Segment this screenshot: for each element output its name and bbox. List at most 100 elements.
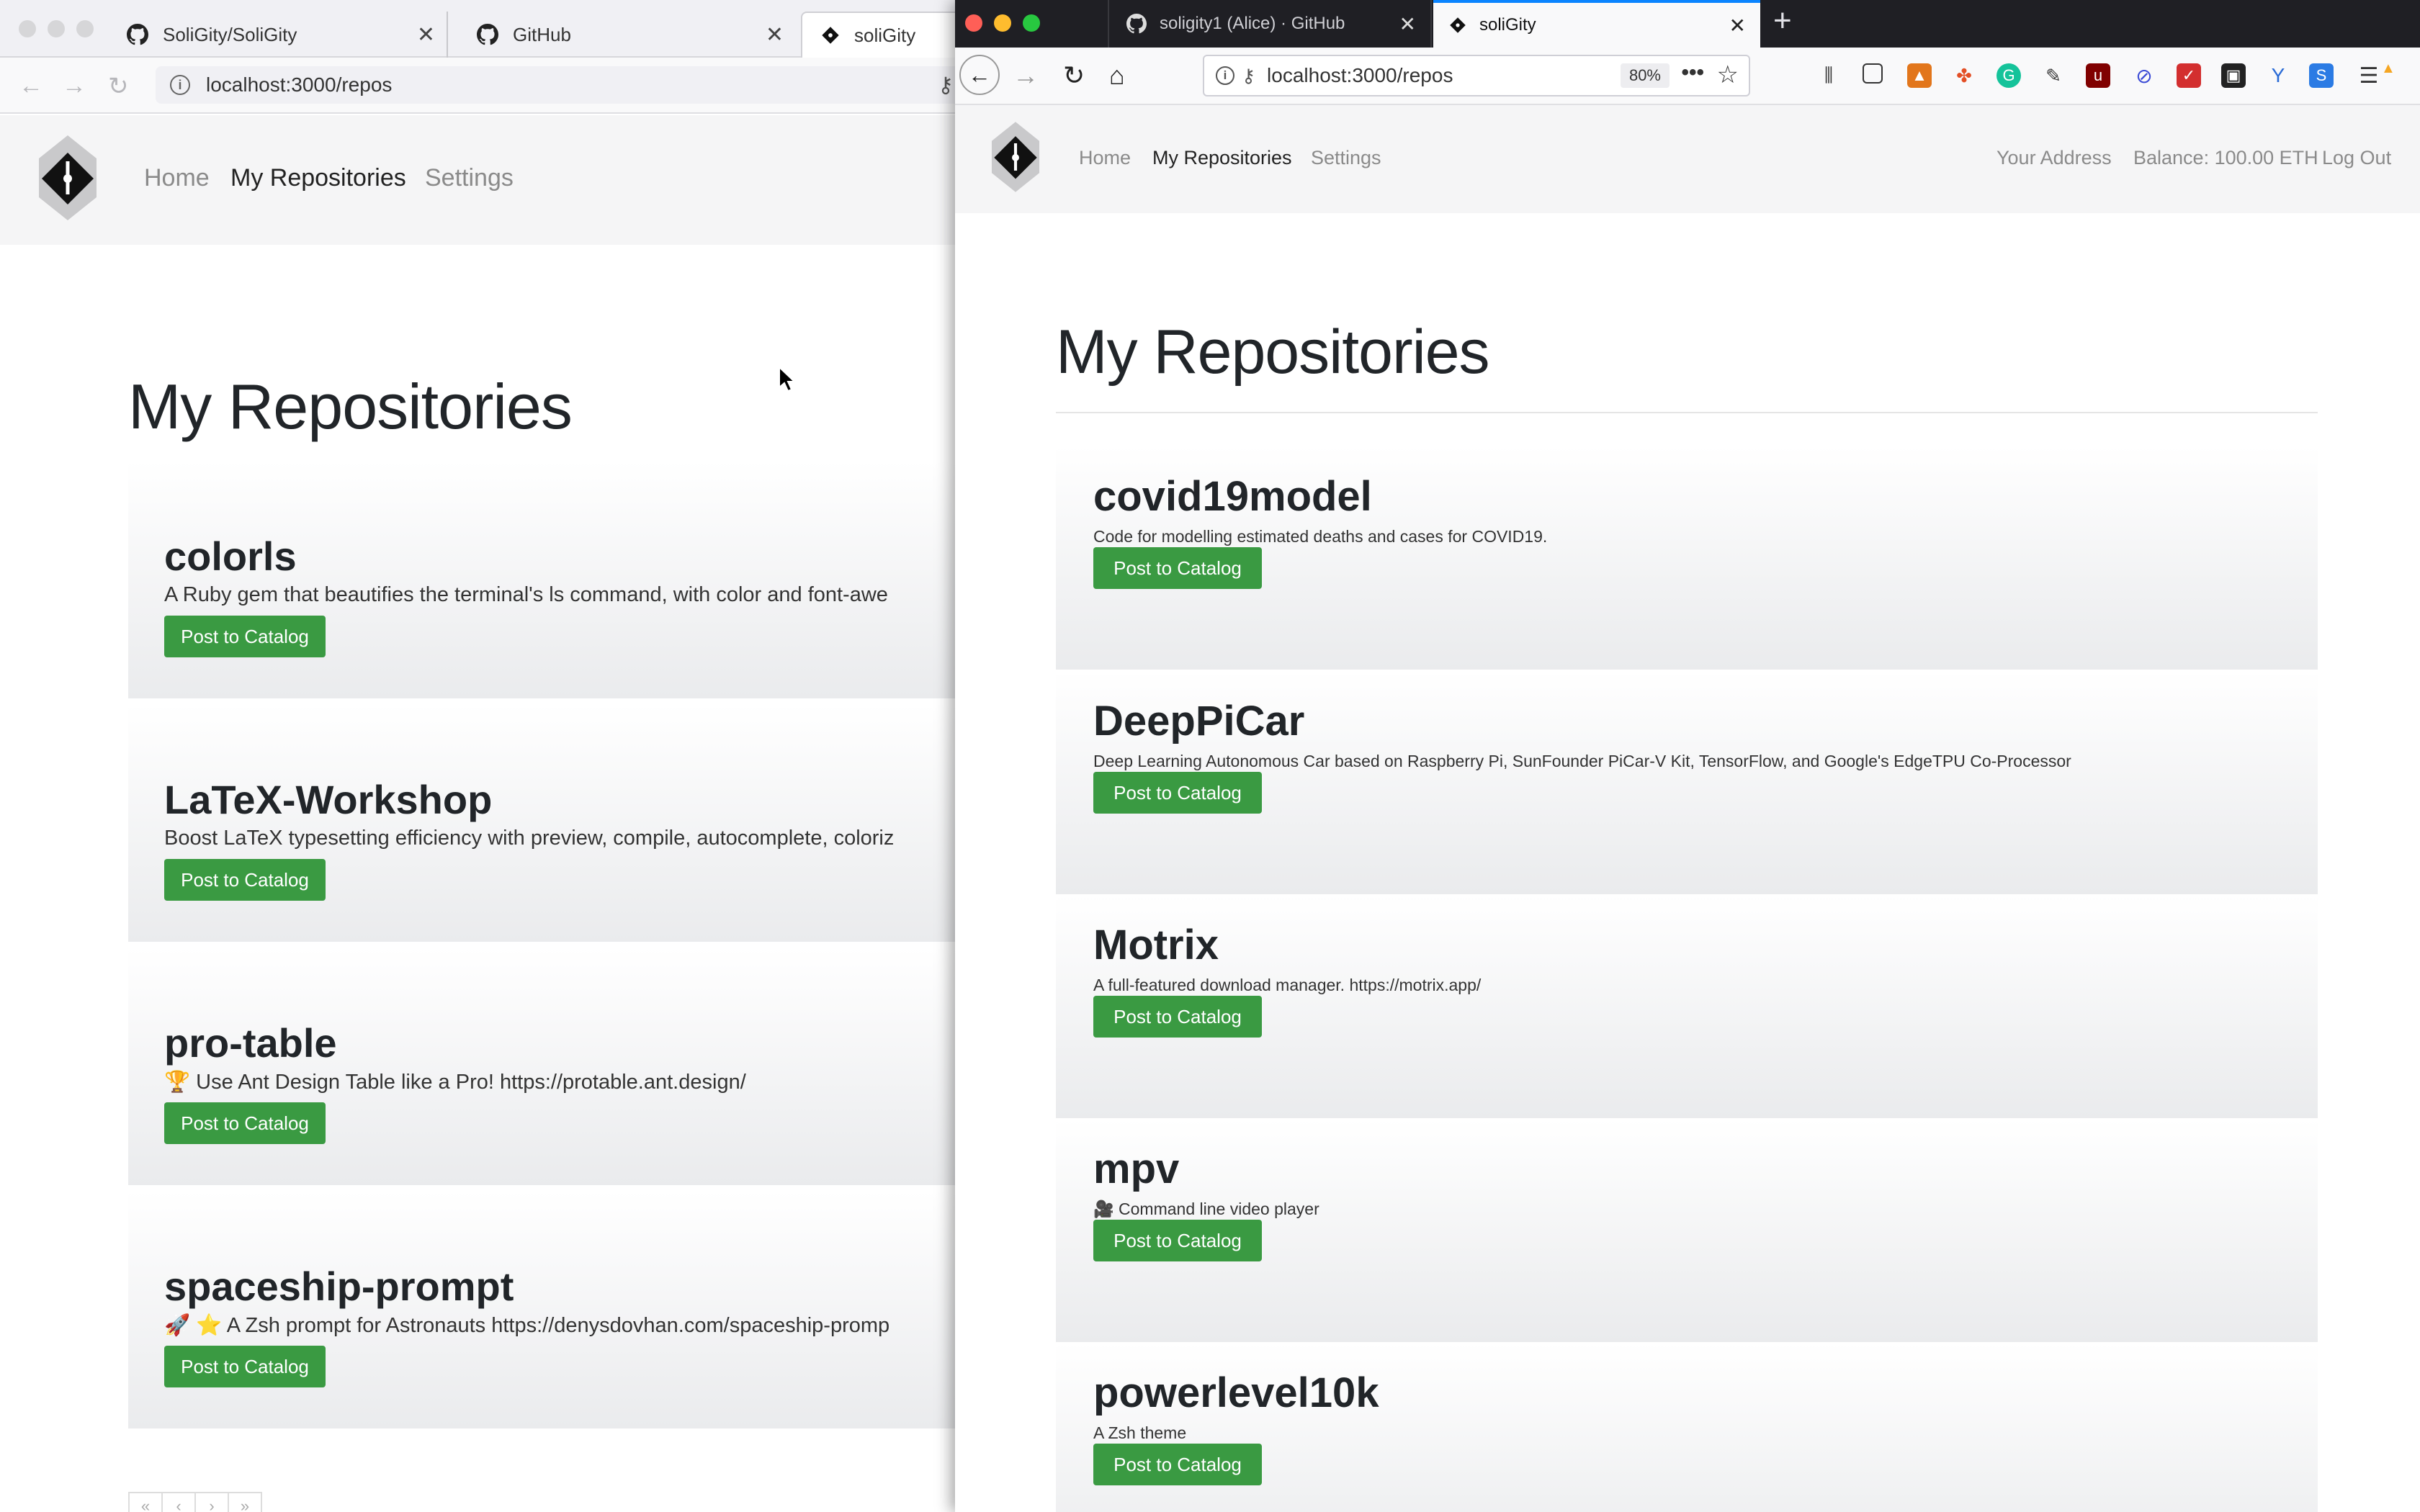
front-nav-my-repositories[interactable]: My Repositories xyxy=(1152,147,1292,169)
window-close-dot[interactable] xyxy=(965,14,982,32)
post-to-catalog-button[interactable]: Post to Catalog xyxy=(164,1346,326,1387)
soligity-favicon-icon xyxy=(1450,17,1466,33)
soligity-logo-icon[interactable] xyxy=(35,132,101,223)
post-to-catalog-button[interactable]: Post to Catalog xyxy=(1093,772,1262,814)
pager-next[interactable]: › xyxy=(194,1492,229,1512)
close-tab-icon[interactable]: ✕ xyxy=(1399,12,1416,36)
repo-description: 🚀 ⭐ A Zsh prompt for Astronauts https://… xyxy=(164,1314,890,1337)
close-tab-icon[interactable]: ✕ xyxy=(766,22,784,48)
github-icon xyxy=(127,24,148,45)
window-zoom-dot[interactable] xyxy=(1023,14,1040,32)
repo-name: powerlevel10k xyxy=(1093,1369,1379,1416)
soligity-favicon-icon xyxy=(822,27,839,44)
s-extension-icon[interactable]: S xyxy=(2309,63,2334,88)
repo-card: covid19model Code for modelling estimate… xyxy=(1056,446,2318,670)
hamburger-menu-icon[interactable]: ☰ xyxy=(2357,63,2381,88)
post-to-catalog-button[interactable]: Post to Catalog xyxy=(164,1102,326,1144)
front-tab-2-label: soliGity xyxy=(1479,15,1536,35)
info-icon[interactable]: i xyxy=(1216,66,1234,85)
zoom-level-badge[interactable]: 80% xyxy=(1620,63,1670,88)
close-tab-icon[interactable]: ✕ xyxy=(417,22,435,48)
bookmark-star-icon[interactable]: ☆ xyxy=(1717,60,1739,89)
back-tab-1[interactable]: SoliGity/SoliGity ✕ xyxy=(108,12,448,58)
key-icon[interactable]: ⚷ xyxy=(1242,65,1255,87)
post-to-catalog-button[interactable]: Post to Catalog xyxy=(1093,1220,1262,1261)
repo-card: DeepPiCar Deep Learning Autonomous Car b… xyxy=(1056,671,2318,894)
repo-description: A Ruby gem that beautifies the terminal'… xyxy=(164,583,888,606)
post-to-catalog-button[interactable]: Post to Catalog xyxy=(1093,547,1262,589)
new-tab-icon[interactable]: + xyxy=(1773,3,1792,39)
back-nav-my-repositories[interactable]: My Repositories xyxy=(230,164,406,192)
front-url-bar[interactable]: i ⚷ localhost:3000/repos 80% ••• ☆ xyxy=(1203,55,1750,96)
pager-prev[interactable]: ‹ xyxy=(161,1492,196,1512)
post-to-catalog-button[interactable]: Post to Catalog xyxy=(1093,1444,1262,1485)
repo-description: Boost LaTeX typesetting efficiency with … xyxy=(164,827,895,850)
window-zoom-dot[interactable] xyxy=(76,20,94,37)
repo-description: Deep Learning Autonomous Car based on Ra… xyxy=(1093,752,2071,770)
key-icon[interactable]: ⚷ xyxy=(938,73,954,98)
github-icon xyxy=(1126,14,1147,34)
front-url-text: localhost:3000/repos xyxy=(1267,64,1453,86)
repo-description: A full-featured download manager. https:… xyxy=(1093,976,1482,994)
forward-arrow-icon[interactable]: → xyxy=(62,72,86,100)
repo-name: spaceship-prompt xyxy=(164,1264,514,1309)
window-minimize-dot[interactable] xyxy=(48,20,65,37)
repo-name: DeepPiCar xyxy=(1093,698,1305,744)
close-tab-icon[interactable]: ✕ xyxy=(1729,14,1746,37)
repo-description: 🎥 Command line video player xyxy=(1093,1200,1319,1218)
warning-badge-icon: ▲ xyxy=(2381,60,2396,76)
post-to-catalog-button[interactable]: Post to Catalog xyxy=(164,616,326,657)
front-tab-1[interactable]: soligity1 (Alice) · GitHub ✕ xyxy=(1108,0,1432,48)
extension-cluster-icon[interactable]: ✤ xyxy=(1952,63,1976,88)
front-page-title: My Repositories xyxy=(1056,318,1490,387)
back-page-title: My Repositories xyxy=(128,371,573,442)
y-extension-icon[interactable]: Y xyxy=(2266,63,2290,88)
repo-card: pro-table 🏆 Use Ant Design Table like a … xyxy=(128,948,956,1185)
grammarly-icon[interactable]: G xyxy=(1996,63,2021,88)
back-tab-2[interactable]: GitHub ✕ xyxy=(458,12,795,58)
soligity-logo-icon[interactable] xyxy=(988,120,1043,194)
info-icon[interactable]: i xyxy=(170,75,190,95)
block-icon[interactable]: ⊘ xyxy=(2132,63,2156,88)
ublock-icon[interactable]: u xyxy=(2086,63,2110,88)
front-nav-home[interactable]: Home xyxy=(1079,147,1131,169)
home-icon[interactable]: ⌂ xyxy=(1109,60,1125,91)
pagination: « ‹ › » xyxy=(128,1492,262,1512)
front-nav-settings[interactable]: Settings xyxy=(1311,147,1381,169)
metamask-icon[interactable]: ▲ xyxy=(1907,63,1932,88)
window-minimize-dot[interactable] xyxy=(994,14,1011,32)
front-tab-1-label: soligity1 (Alice) · GitHub xyxy=(1160,14,1345,33)
repo-card: colorls A Ruby gem that beautifies the t… xyxy=(128,461,956,698)
pager-first[interactable]: « xyxy=(128,1492,163,1512)
post-to-catalog-button[interactable]: Post to Catalog xyxy=(1093,996,1262,1038)
repo-description: Code for modelling estimated deaths and … xyxy=(1093,527,1548,546)
balance-text: Balance: 100.00 ETH xyxy=(2133,147,2318,168)
page-actions-icon[interactable]: ••• xyxy=(1681,60,1704,85)
post-to-catalog-button[interactable]: Post to Catalog xyxy=(164,859,326,901)
back-url-bar[interactable]: i localhost:3000/repos ⚷ xyxy=(156,66,962,104)
pdf-icon[interactable]: ✓ xyxy=(2177,63,2201,88)
back-arrow-icon[interactable]: ← xyxy=(19,72,43,100)
back-tab-2-label: GitHub xyxy=(513,23,571,45)
reload-icon[interactable]: ↻ xyxy=(108,72,129,101)
screenshot-icon[interactable]: ✎ xyxy=(2041,63,2066,88)
github-icon xyxy=(477,24,498,45)
foreground-browser-window: soligity1 (Alice) · GitHub ✕ soliGity ✕ … xyxy=(955,0,2420,1512)
reload-icon[interactable]: ↻ xyxy=(1063,60,1085,91)
repo-description: 🏆 Use Ant Design Table like a Pro! https… xyxy=(164,1071,746,1094)
pager-last[interactable]: » xyxy=(228,1492,262,1512)
forward-arrow-icon[interactable]: → xyxy=(1013,60,1039,91)
back-nav-settings[interactable]: Settings xyxy=(425,164,514,192)
repo-name: mpv xyxy=(1093,1146,1180,1192)
your-address-link[interactable]: Your Address xyxy=(1996,147,2112,169)
window-close-dot[interactable] xyxy=(19,20,36,37)
front-tab-2[interactable]: soliGity ✕ xyxy=(1433,0,1760,48)
back-arrow-icon[interactable]: ← xyxy=(959,55,1000,95)
extension-dark-icon[interactable]: ▣ xyxy=(2221,63,2246,88)
log-out-link[interactable]: Log Out xyxy=(2322,147,2391,169)
library-icon[interactable]: ⫼ xyxy=(1816,63,1841,88)
back-nav-home[interactable]: Home xyxy=(144,164,210,192)
repo-description: A Zsh theme xyxy=(1093,1423,1187,1442)
repo-card: Motrix A full-featured download manager.… xyxy=(1056,895,2318,1118)
sidebar-icon[interactable] xyxy=(1863,63,1883,84)
